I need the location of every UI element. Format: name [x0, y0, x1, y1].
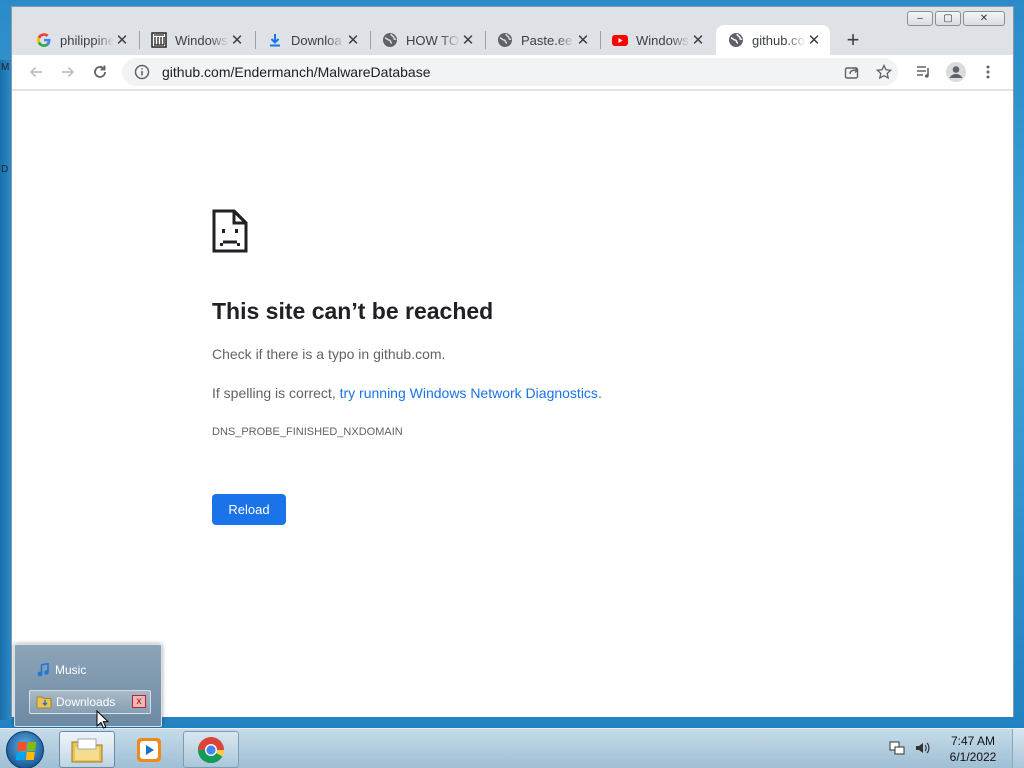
url-text[interactable]: github.com/Endermanch/MalwareDatabase — [162, 64, 430, 80]
tab-windows-youtube[interactable]: Windows ✕ — [600, 25, 714, 55]
star-icon — [876, 64, 892, 80]
globe-icon — [497, 32, 513, 48]
tab-title: Windows — [636, 32, 689, 48]
network-icon[interactable] — [888, 739, 906, 757]
download-icon — [267, 32, 283, 48]
taskbar-media-player[interactable] — [121, 731, 177, 768]
taskbar: 7:47 AM 6/1/2022 — [0, 728, 1024, 768]
tab-paste-ee[interactable]: Paste.ee ✕ — [485, 25, 599, 55]
diagnostics-prefix: If spelling is correct, — [212, 385, 340, 401]
music-icon — [35, 662, 51, 678]
maximize-button[interactable]: ▢ — [935, 11, 961, 26]
forward-button[interactable] — [56, 60, 80, 84]
taskbar-explorer[interactable] — [59, 731, 115, 768]
network-diagnostics-link[interactable]: try running Windows Network Diagnostics — [340, 385, 598, 401]
desktop-icon-label: M — [1, 62, 10, 73]
unpin-close-icon[interactable]: x — [132, 695, 146, 708]
tab-title: Downloa — [291, 32, 342, 48]
youtube-icon — [612, 32, 628, 48]
media-player-icon — [137, 737, 161, 762]
error-title: This site can’t be reached — [212, 298, 494, 324]
reload-button[interactable]: Reload — [212, 494, 286, 525]
system-tray — [888, 739, 932, 757]
windows-logo-icon — [15, 742, 37, 760]
tab-close-icon[interactable]: ✕ — [690, 31, 706, 49]
archive-icon — [151, 32, 167, 48]
tab-github-active[interactable]: github.co ✕ — [716, 25, 830, 55]
arrow-left-icon — [29, 66, 42, 78]
browser-toolbar: github.com/Endermanch/MalwareDatabase — [12, 55, 1013, 89]
jump-list-popup: Music Downloads x — [14, 644, 162, 727]
jump-list-item-music[interactable]: Music — [29, 658, 151, 682]
tab-downloads[interactable]: Downloa ✕ — [255, 25, 369, 55]
avatar-icon — [946, 62, 966, 82]
start-button[interactable] — [6, 731, 44, 768]
error-hint-diagnostics: If spelling is correct, try running Wind… — [212, 385, 602, 401]
reading-list-button[interactable] — [912, 60, 936, 84]
globe-icon — [382, 32, 398, 48]
tab-title: Windows — [175, 32, 228, 48]
tab-title: github.co — [752, 32, 805, 48]
tab-close-icon[interactable]: ✕ — [575, 31, 591, 49]
google-icon — [36, 32, 52, 48]
tab-how-to[interactable]: HOW TO ✕ — [370, 25, 484, 55]
close-window-button[interactable]: ✕ — [963, 11, 1005, 26]
kebab-menu-icon — [986, 65, 990, 79]
arrow-right-icon — [62, 66, 75, 78]
tab-close-icon[interactable]: ✕ — [460, 31, 476, 49]
mouse-cursor-icon — [96, 710, 110, 729]
info-icon[interactable] — [134, 64, 150, 80]
diagnostics-suffix: . — [597, 385, 602, 401]
volume-icon[interactable] — [914, 739, 932, 757]
menu-button[interactable] — [976, 60, 1000, 84]
tab-title: Paste.ee — [521, 32, 573, 48]
desktop-icon-label: D — [1, 164, 9, 175]
profile-button[interactable] — [944, 60, 968, 84]
explorer-icon — [71, 738, 103, 762]
refresh-icon — [94, 65, 106, 78]
address-bar[interactable]: github.com/Endermanch/MalwareDatabase — [122, 58, 898, 86]
tab-title: philippine — [60, 32, 114, 48]
tab-title: HOW TO — [406, 32, 459, 48]
error-hint-typo: Check if there is a typo in github.com. — [212, 346, 446, 362]
browser-window: – ▢ ✕ philippine ✕ Windows ✕ Downloa ✕ H… — [11, 6, 1014, 717]
tab-close-icon[interactable]: ✕ — [229, 31, 245, 49]
sad-page-icon — [212, 209, 248, 258]
new-tab-button[interactable]: + — [842, 29, 864, 51]
tab-close-icon[interactable]: ✕ — [114, 31, 130, 49]
back-button[interactable] — [24, 60, 48, 84]
taskbar-clock[interactable]: 7:47 AM 6/1/2022 — [940, 733, 1006, 765]
clock-time: 7:47 AM — [950, 734, 996, 748]
refresh-button[interactable] — [88, 60, 112, 84]
show-desktop-button[interactable] — [1012, 729, 1024, 768]
taskbar-chrome[interactable] — [183, 731, 239, 768]
error-code: DNS_PROBE_FINISHED_NXDOMAIN — [212, 426, 403, 438]
window-controls: – ▢ ✕ — [907, 11, 1005, 26]
jump-list-label: Music — [55, 663, 87, 677]
clock-date: 6/1/2022 — [949, 750, 997, 764]
downloads-folder-icon — [36, 694, 52, 710]
page-content: This site can’t be reached Check if ther… — [12, 90, 1013, 717]
globe-icon — [728, 32, 744, 48]
bookmark-button[interactable] — [872, 60, 896, 84]
jump-list-label: Downloads — [56, 695, 116, 709]
tab-close-icon[interactable]: ✕ — [806, 31, 822, 49]
share-icon — [844, 67, 859, 79]
minimize-button[interactable]: – — [907, 11, 933, 26]
chrome-icon — [197, 736, 225, 763]
share-button[interactable] — [840, 60, 864, 84]
media-list-icon — [917, 66, 929, 78]
tab-windows[interactable]: Windows ✕ — [139, 25, 253, 55]
jump-list-item-downloads[interactable]: Downloads x — [29, 690, 151, 714]
tab-strip: philippine ✕ Windows ✕ Downloa ✕ HOW TO … — [12, 19, 1013, 55]
tab-philippine[interactable]: philippine ✕ — [24, 25, 138, 55]
tab-close-icon[interactable]: ✕ — [345, 31, 361, 49]
